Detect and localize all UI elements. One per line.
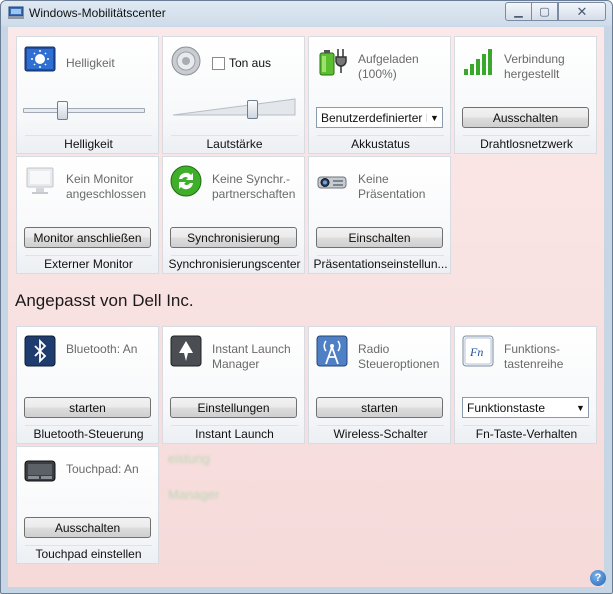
minimize-icon: ▁ [514,6,523,18]
fn-behavior-value: Funktionstaste [467,400,546,415]
tile-battery: Aufgeladen (100%) Benutzerdefinierter I … [308,36,451,154]
presentation-on-button[interactable]: Einschalten [316,227,443,248]
sync-icon [170,165,202,197]
dropdown-arrow-icon[interactable]: ▼ [573,398,588,417]
brightness-icon [24,46,56,72]
power-plan-value: Benutzerdefinierter I [321,110,430,125]
tile-touchpad: Touchpad: An Ausschalten Touchpad einste… [16,446,159,564]
tile-name: Synchronisierungscenter [168,257,301,271]
minimize-button[interactable]: ▁ [505,2,532,21]
background-text: Manager [168,487,220,502]
divider [25,135,152,136]
title-bar[interactable]: Windows-Mobilitätscenter ▁ ▢ ✕ [1,1,612,27]
touchpad-off-button[interactable]: Ausschalten [24,517,151,538]
divider [25,425,152,426]
section-title: Angepasst von Dell Inc. [15,291,194,310]
mute-label: Ton aus [229,56,272,70]
signal-strength-icon [464,49,492,75]
tile-wireless: Verbindung hergestellt Ausschalten Draht… [454,36,597,154]
background-text: eistung [168,451,210,466]
tile-sync: Keine Synchr.-partnerschaften Synchronis… [162,156,305,274]
connect-monitor-button[interactable]: Monitor anschließen [24,227,151,248]
divider [25,545,152,546]
battery-label: Aufgeladen (100%) [358,52,419,81]
help-icon[interactable]: ? [590,570,606,586]
tile-brightness: Helligkeit Helligkeit [16,36,159,154]
sync-button[interactable]: Synchronisierung [170,227,297,248]
instant-launch-settings-button[interactable]: Einstellungen [170,397,297,418]
battery-icon [319,49,347,76]
fn-behavior-select[interactable]: Funktionstaste ▼ [462,397,589,418]
brightness-slider-thumb[interactable] [57,101,69,120]
power-plan-select[interactable]: Benutzerdefinierter I ▼ [316,107,443,128]
tile-name: Akkustatus [351,137,410,151]
fn-label: Funktions-tastenreihe [504,342,564,371]
tile-presentation: Keine Präsentation Einschalten Präsentat… [308,156,451,274]
brightness-label: Helligkeit [66,56,115,70]
tile-name: Helligkeit [64,137,113,151]
divider [463,425,590,426]
tile-name: Lautstärke [206,137,263,151]
fn-key-icon: Fn [462,335,494,367]
tile-name: Bluetooth-Steuerung [33,427,144,441]
touchpad-label: Touchpad: An [66,462,139,476]
tile-monitor: Kein Monitor angeschlossen Monitor ansch… [16,156,159,274]
svg-text:Fn: Fn [469,345,483,359]
wireless-label: Verbindung hergestellt [504,52,565,81]
tile-radio: Radio Steueroptionen starten Wireless-Sc… [308,326,451,444]
presentation-label: Keine Präsentation [358,172,426,201]
tile-fn: Fn Funktions-tastenreihe Funktionstaste … [454,326,597,444]
monitor-icon [26,167,54,194]
tile-name: Wireless-Schalter [333,427,428,441]
divider [317,425,444,426]
divider [317,135,444,136]
monitor-label: Kein Monitor angeschlossen [66,172,147,201]
radio-start-button[interactable]: starten [316,397,443,418]
volume-slider-thumb[interactable] [247,100,259,119]
tile-bluetooth: Bluetooth: An starten Bluetooth-Steuerun… [16,326,159,444]
close-button[interactable]: ✕ [558,2,606,21]
tile-name: Präsentationseinstellun... [313,257,448,271]
tile-name: Drahtlosnetzwerk [480,137,573,151]
window-title: Windows-Mobilitätscenter [29,6,166,20]
divider [317,255,444,256]
touchpad-icon [24,460,56,482]
tile-volume: Ton aus Lautstärke [162,36,305,154]
divider [25,255,152,256]
bluetooth-icon [24,335,56,367]
dropdown-arrow-icon[interactable]: ▼ [427,108,442,127]
sync-label: Keine Synchr.-partnerschaften [212,172,296,201]
brightness-slider[interactable] [23,101,145,120]
instant-launch-icon [170,335,202,367]
mute-checkbox-box[interactable] [212,56,225,70]
instant-launch-label: Instant Launch Manager [212,342,291,371]
divider [171,255,298,256]
bluetooth-start-button[interactable]: starten [24,397,151,418]
wireless-off-button[interactable]: Ausschalten [462,107,589,128]
divider [463,135,590,136]
tile-instant-launch: Instant Launch Manager Einstellungen Ins… [162,326,305,444]
speaker-icon [171,46,201,76]
bluetooth-label: Bluetooth: An [66,342,138,356]
client-area: eistung Manager Helligkeit Helligkeit To… [8,27,604,587]
tile-name: Fn-Taste-Verhalten [475,427,578,441]
divider [171,135,298,136]
volume-ramp [173,98,296,116]
maximize-icon: ▢ [539,6,550,18]
maximize-button[interactable]: ▢ [531,2,558,21]
tile-name: Externer Monitor [44,257,133,271]
mobility-center-window: Windows-Mobilitätscenter ▁ ▢ ✕ eistung M… [0,0,613,594]
radio-label: Radio Steueroptionen [358,342,440,371]
projector-icon [317,176,347,189]
divider [171,425,298,426]
mute-checkbox[interactable]: Ton aus [212,56,271,70]
tile-name: Touchpad einstellen [35,547,142,561]
mobility-center-icon [8,6,24,19]
close-icon: ✕ [576,3,588,19]
tile-name: Instant Launch [195,427,274,441]
radio-tower-icon [316,335,348,367]
